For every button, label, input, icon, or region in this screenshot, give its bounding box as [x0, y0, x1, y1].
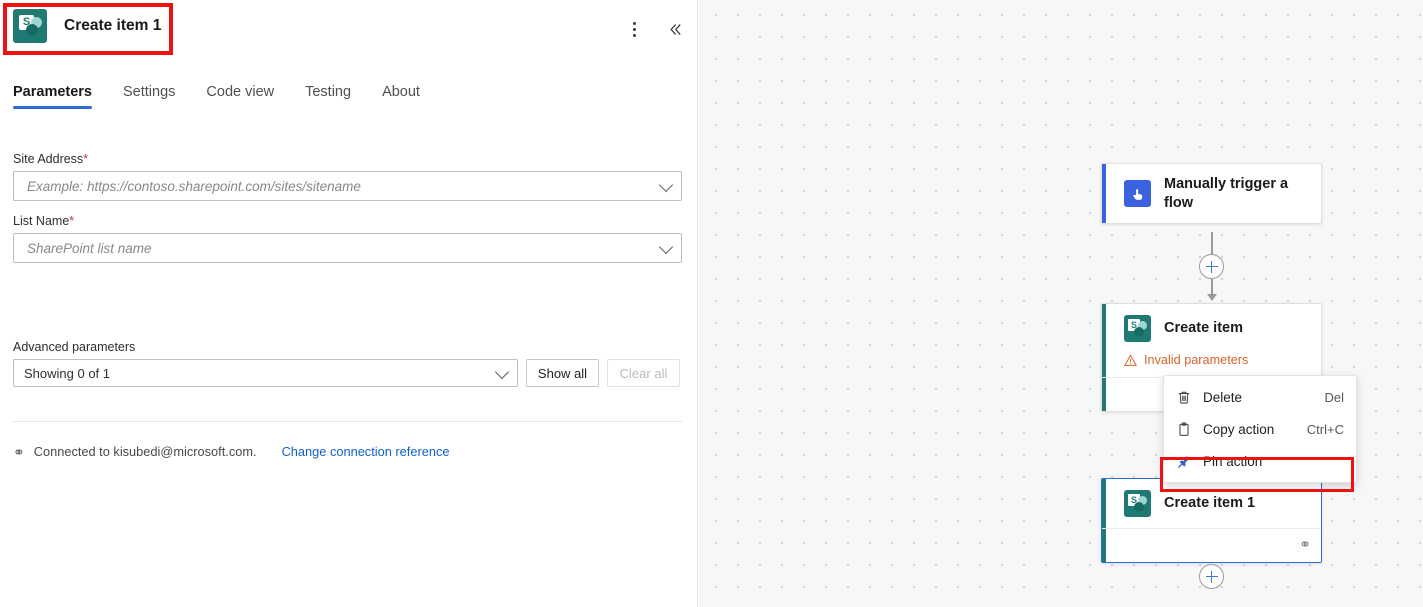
flow-node-create-item-1[interactable]: S Create item 1 ⚭ [1101, 478, 1322, 563]
add-step-button-2[interactable] [1199, 564, 1224, 589]
sharepoint-circle-dark [1134, 327, 1144, 337]
chevron-down-icon [659, 240, 673, 254]
advanced-parameters-section: Advanced parameters Showing 0 of 1 Show … [13, 340, 682, 387]
sharepoint-circle-dark [26, 24, 38, 36]
warning-triangle-icon [1124, 354, 1137, 367]
site-address-label: Site Address* [13, 152, 682, 166]
form-spacer [13, 201, 682, 214]
node-footer: ⚭ [1102, 528, 1321, 562]
tab-settings[interactable]: Settings [123, 84, 175, 109]
connection-status-text: Connected to kisubedi@microsoft.com. [34, 444, 257, 459]
change-connection-reference-link[interactable]: Change connection reference [282, 444, 450, 459]
chain-link-icon: ⚭ [1299, 536, 1311, 553]
advanced-parameters-label: Advanced parameters [13, 340, 682, 354]
advanced-parameters-select[interactable]: Showing 0 of 1 [13, 359, 518, 387]
app-root: S Create item 1 Para [0, 0, 1423, 607]
node-title: Create item [1164, 319, 1243, 338]
tab-testing[interactable]: Testing [305, 84, 351, 109]
flow-node-trigger[interactable]: Manually trigger a flow [1101, 163, 1322, 224]
add-step-button-1[interactable] [1199, 254, 1224, 279]
node-title: Manually trigger a flow [1164, 175, 1309, 212]
tab-parameters[interactable]: Parameters [13, 84, 92, 109]
panel-header-actions [621, 16, 688, 42]
site-address-required-mark: * [83, 152, 88, 166]
connection-status: ⚭ Connected to kisubedi@microsoft.com. C… [13, 444, 449, 459]
flow-edge-arrow-1 [1207, 294, 1217, 301]
page-title: Create item 1 [64, 17, 161, 35]
context-menu-item-pin-action[interactable]: Pin action [1164, 445, 1356, 477]
show-all-button[interactable]: Show all [526, 359, 599, 387]
manual-trigger-icon [1124, 180, 1151, 207]
list-name-placeholder: SharePoint list name [27, 241, 152, 256]
connection-link-icon: ⚭ [13, 445, 25, 459]
clear-all-button: Clear all [607, 359, 680, 387]
sharepoint-icon: S [1124, 315, 1151, 342]
panel-title-group: S Create item 1 [13, 9, 161, 43]
sharepoint-circle-dark [1134, 502, 1144, 512]
chevron-double-left-icon[interactable] [662, 16, 688, 42]
action-details-panel: S Create item 1 Para [0, 0, 698, 607]
panel-tabs: Parameters Settings Code view Testing Ab… [13, 84, 420, 109]
sharepoint-icon: S [13, 9, 47, 43]
context-menu-item-copy-action[interactable]: Copy action Ctrl+C [1164, 413, 1356, 445]
chevron-down-icon [659, 178, 673, 192]
trash-icon [1176, 390, 1192, 405]
flow-canvas[interactable]: Manually trigger a flow S Create item [699, 0, 1423, 607]
tab-about[interactable]: About [382, 84, 420, 109]
site-address-input[interactable]: Example: https://contoso.sharepoint.com/… [13, 171, 682, 201]
list-name-label-text: List Name [13, 214, 69, 228]
list-name-required-mark: * [69, 214, 74, 228]
advanced-parameters-row: Showing 0 of 1 Show all Clear all [13, 359, 682, 387]
sharepoint-icon: S [1124, 490, 1151, 517]
node-header: S Create item [1102, 304, 1321, 353]
advanced-parameters-selected-value: Showing 0 of 1 [24, 366, 110, 381]
clipboard-icon [1176, 422, 1192, 437]
tab-code-view[interactable]: Code view [206, 84, 274, 109]
panel-header: S Create item 1 [0, 0, 698, 58]
node-title: Create item 1 [1164, 494, 1255, 513]
context-menu-shortcut: Ctrl+C [1307, 422, 1344, 437]
chevron-down-icon [495, 365, 509, 379]
parameters-form: Site Address* Example: https://contoso.s… [13, 152, 682, 263]
node-context-menu: Delete Del Copy action Ctrl+C [1163, 375, 1357, 483]
context-menu-item-delete[interactable]: Delete Del [1164, 381, 1356, 413]
list-name-label: List Name* [13, 214, 682, 228]
context-menu-label: Pin action [1203, 454, 1333, 469]
context-menu-label: Copy action [1203, 422, 1296, 437]
node-warning: Invalid parameters [1102, 353, 1321, 377]
pin-icon [1176, 454, 1192, 469]
node-warning-text: Invalid parameters [1144, 353, 1248, 367]
panel-divider [13, 421, 682, 422]
context-menu-label: Delete [1203, 390, 1313, 405]
site-address-label-text: Site Address [13, 152, 83, 166]
node-header: S Create item 1 [1102, 479, 1321, 528]
ellipsis-vertical-icon[interactable] [621, 16, 647, 42]
context-menu-shortcut: Del [1324, 390, 1344, 405]
node-header: Manually trigger a flow [1102, 164, 1321, 223]
site-address-placeholder: Example: https://contoso.sharepoint.com/… [27, 179, 361, 194]
list-name-input[interactable]: SharePoint list name [13, 233, 682, 263]
node-accent-bar [1102, 164, 1106, 223]
